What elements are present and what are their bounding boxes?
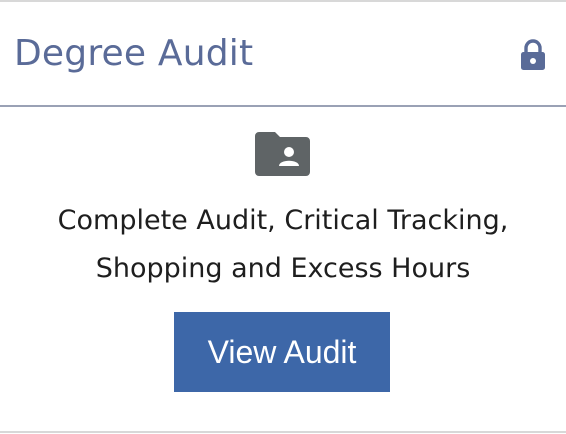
card-header: Degree Audit xyxy=(0,2,566,105)
lock-icon xyxy=(521,39,545,70)
audit-description: Complete Audit, Critical Tracking, Shopp… xyxy=(0,197,566,293)
folder-user-icon xyxy=(255,132,310,176)
view-audit-button[interactable]: View Audit xyxy=(174,312,390,392)
header-divider xyxy=(0,105,566,107)
degree-audit-card: Degree Audit Complete Audit, Critical Tr… xyxy=(0,0,566,434)
description-line-2: Shopping and Excess Hours xyxy=(95,253,471,284)
description-line-1: Complete Audit, Critical Tracking, xyxy=(57,205,509,236)
bottom-border xyxy=(0,431,566,433)
card-title: Degree Audit xyxy=(14,33,254,74)
